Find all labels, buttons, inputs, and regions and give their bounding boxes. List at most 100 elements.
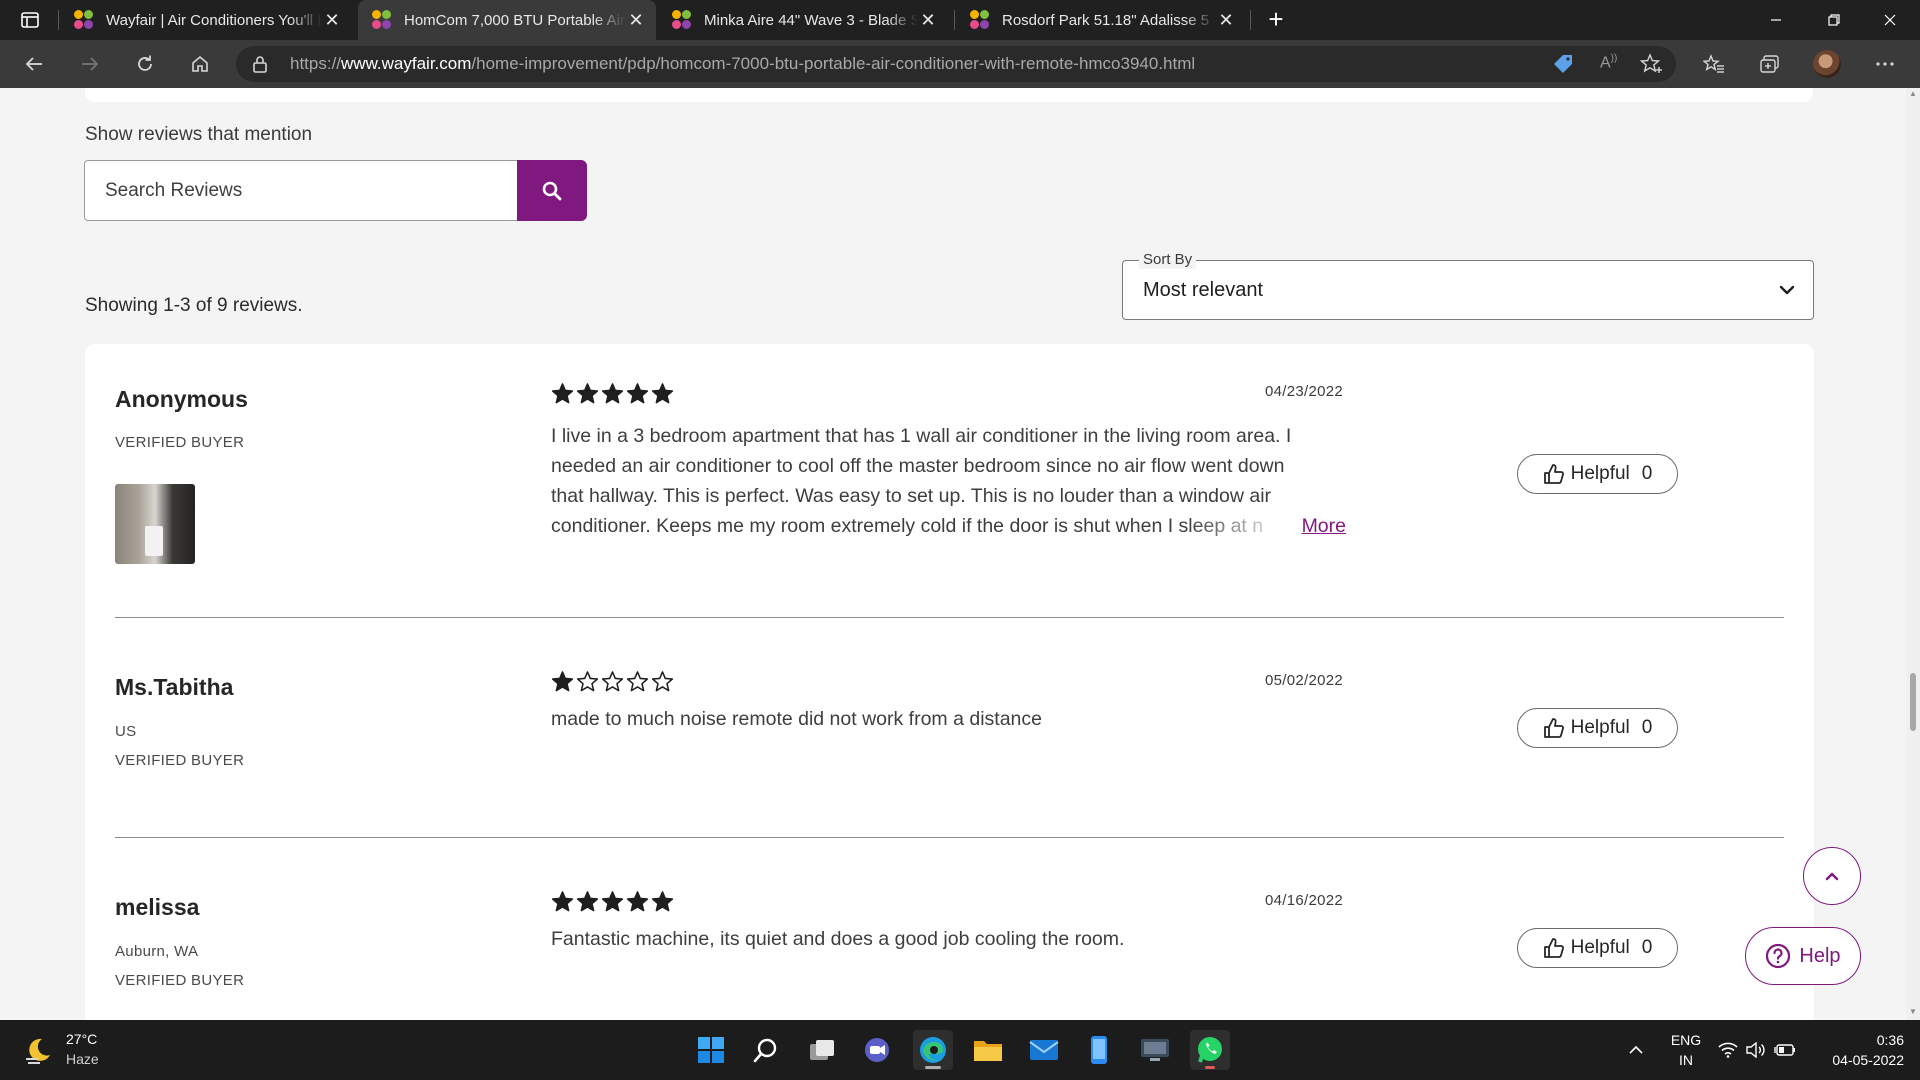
star-empty-icon [601, 671, 624, 692]
sort-by-value: Most relevant [1143, 279, 1264, 301]
read-aloud-icon[interactable]: A)) [1600, 53, 1617, 72]
moon-haze-icon[interactable] [24, 1035, 54, 1065]
review-item: Ms.Tabitha US VERIFIED BUYER 05/02/2022 … [115, 618, 1784, 838]
sort-by-select[interactable]: Sort By Most relevant [1122, 251, 1814, 320]
show-hidden-icons-icon[interactable] [1628, 1020, 1644, 1080]
lock-icon[interactable] [252, 55, 268, 78]
show-reviews-mention-label: Show reviews that mention [85, 124, 313, 145]
phone-link-icon[interactable] [1079, 1030, 1119, 1070]
scroll-down-arrow-icon[interactable]: ▼ [1909, 1008, 1917, 1016]
close-window-icon[interactable] [1866, 0, 1914, 40]
review-text-line: made to much noise remote did not work f… [551, 708, 1042, 730]
teams-chat-icon[interactable] [857, 1030, 897, 1070]
collections-icon[interactable] [1752, 48, 1788, 80]
tab-minka-aire[interactable]: Minka Aire 44" Wave 3 - Blade Standard ✕ [658, 0, 948, 40]
star-empty-icon [651, 671, 674, 692]
helpful-button[interactable]: Helpful 0 [1517, 708, 1678, 748]
scroll-to-top-button[interactable] [1803, 847, 1861, 905]
wayfair-favicon [74, 10, 94, 30]
review-date: 04/23/2022 [1265, 383, 1344, 400]
battery-icon[interactable] [1774, 1020, 1796, 1080]
review-item: Anonymous VERIFIED BUYER 04/23/2022 I li… [115, 344, 1784, 594]
review-date: 04/16/2022 [1265, 892, 1344, 909]
star-filled-icon [576, 891, 599, 912]
start-icon[interactable] [691, 1030, 731, 1070]
address-bar[interactable]: https://www.wayfair.com/home-improvement… [236, 46, 1676, 82]
review-photo-thumbnail[interactable] [115, 484, 195, 564]
close-tab-icon[interactable]: ✕ [918, 10, 938, 30]
volume-icon[interactable] [1746, 1020, 1766, 1080]
wayfair-favicon [672, 10, 692, 30]
review-date: 05/02/2022 [1265, 672, 1344, 689]
tab-wayfair-air-conditioners[interactable]: Wayfair | Air Conditioners You'll Love ✕ [60, 0, 352, 40]
helpful-button[interactable]: Helpful 0 [1517, 928, 1678, 968]
language-code: ENG [1670, 1032, 1702, 1048]
weather-condition[interactable]: Haze [66, 1051, 99, 1067]
tab-title: HomCom 7,000 BTU Portable Air Conditione… [404, 11, 626, 29]
more-link[interactable]: More [1302, 511, 1346, 541]
restore-icon[interactable] [1810, 0, 1858, 40]
favorites-icon[interactable] [1696, 48, 1732, 80]
new-tab-button[interactable]: + [1262, 6, 1290, 34]
language-indicator[interactable]: ENG IN [1668, 1030, 1704, 1070]
help-icon [1766, 943, 1791, 969]
shopping-tag-icon[interactable] [1552, 54, 1574, 79]
helpful-label: Helpful [1570, 937, 1630, 958]
star-empty-icon [626, 671, 649, 692]
close-tab-icon[interactable]: ✕ [322, 10, 342, 30]
display-app-icon[interactable] [1135, 1030, 1175, 1070]
search-button[interactable] [517, 160, 587, 221]
review-text-line: I live in a 3 bedroom apartment that has… [551, 425, 1292, 447]
profile-avatar[interactable] [1813, 50, 1841, 78]
tab-rosdorf-park[interactable]: Rosdorf Park 51.18" Adalisse 5 - Blade ✕ [956, 0, 1246, 40]
back-icon[interactable] [16, 48, 52, 80]
search-icon[interactable] [746, 1030, 786, 1070]
tab-actions-icon[interactable] [14, 8, 46, 32]
weather-temperature[interactable]: 27°C [66, 1031, 97, 1047]
add-favorite-icon[interactable] [1639, 53, 1662, 80]
edge-browser-icon[interactable] [913, 1030, 953, 1070]
help-button[interactable]: Help [1745, 927, 1861, 985]
helpful-count: 0 [1641, 463, 1653, 484]
wifi-icon[interactable] [1718, 1020, 1738, 1080]
close-tab-icon[interactable]: ✕ [626, 10, 646, 30]
more-options-icon[interactable] [1867, 48, 1903, 80]
wayfair-favicon [372, 10, 392, 30]
search-reviews-input[interactable] [84, 160, 518, 221]
forward-icon[interactable] [72, 48, 108, 80]
tab-homcom-portable-ac[interactable]: HomCom 7,000 BTU Portable Air Conditione… [358, 0, 656, 40]
reviewer-name: melissa [115, 894, 200, 920]
clock-date: 04-05-2022 [1832, 1052, 1904, 1068]
browser-toolbar: https://www.wayfair.com/home-improvement… [0, 40, 1920, 88]
helpful-label: Helpful [1570, 717, 1630, 738]
refresh-icon[interactable] [127, 48, 163, 80]
tab-title: Wayfair | Air Conditioners You'll Love [106, 11, 322, 29]
helpful-button[interactable]: Helpful 0 [1517, 454, 1678, 494]
review-text-line: conditioner. Keeps me my room extremely … [551, 511, 1346, 541]
home-icon[interactable] [182, 48, 218, 80]
scroll-up-arrow-icon[interactable]: ▲ [1909, 90, 1917, 98]
url-text[interactable]: https://www.wayfair.com/home-improvement… [290, 46, 1195, 82]
star-filled-icon [551, 671, 574, 692]
whatsapp-icon[interactable] [1190, 1030, 1230, 1070]
mail-icon[interactable] [1024, 1030, 1064, 1070]
helpful-count: 0 [1641, 937, 1653, 958]
star-filled-icon [651, 383, 674, 404]
minimize-icon[interactable] [1752, 0, 1800, 40]
scrollbar-thumb[interactable] [1910, 673, 1916, 731]
chevron-down-icon [1779, 285, 1795, 295]
star-filled-icon [601, 891, 624, 912]
system-clock[interactable]: 0:36 04-05-2022 [1812, 1030, 1904, 1070]
close-tab-icon[interactable]: ✕ [1216, 10, 1236, 30]
star-filled-icon [626, 383, 649, 404]
region-code: IN [1679, 1052, 1693, 1068]
help-label: Help [1799, 944, 1841, 967]
verified-buyer-badge: VERIFIED BUYER [115, 752, 245, 769]
page-scrollbar[interactable]: ▲ ▼ [1906, 88, 1920, 1020]
review-text: Fantastic machine, its quiet and does a … [551, 924, 1346, 954]
active-app-indicator [925, 1066, 941, 1069]
task-view-icon[interactable] [802, 1030, 842, 1070]
clock-time: 0:36 [1876, 1032, 1904, 1048]
file-explorer-icon[interactable] [968, 1030, 1008, 1070]
thumbs-up-icon [1543, 718, 1564, 738]
